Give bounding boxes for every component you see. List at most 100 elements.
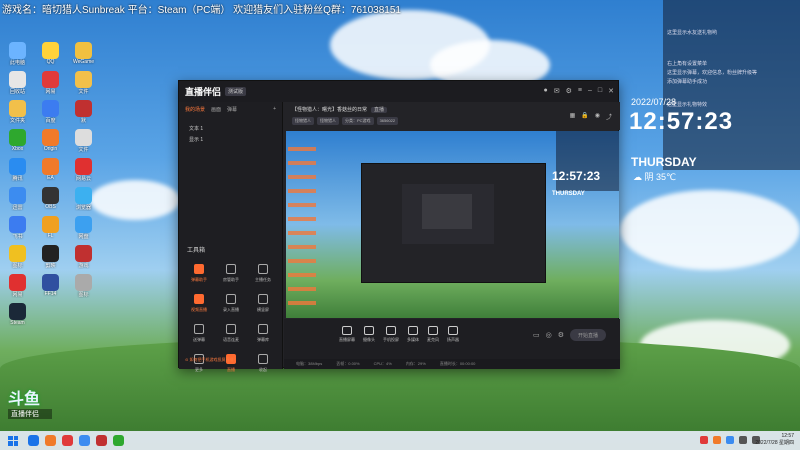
toolbox-item[interactable]: 收起: [247, 352, 279, 382]
app-icon: [42, 245, 59, 262]
source-button[interactable]: 多媒体: [407, 326, 419, 343]
tool-label: 弹幕库: [257, 337, 269, 342]
taskbar-app-icon[interactable]: [96, 435, 107, 446]
tool-label: 视频直播: [191, 307, 207, 312]
taskbar-app-icon[interactable]: [113, 435, 124, 446]
camera-icon[interactable]: ▭: [533, 331, 540, 339]
desktop-icon[interactable]: OBS: [35, 187, 66, 216]
desktop-icon[interactable]: 默: [68, 100, 99, 129]
desktop-icon-label: FL: [47, 233, 54, 239]
desktop-icon-label: 网易云: [75, 176, 91, 182]
avatar-icon[interactable]: ●: [544, 87, 548, 95]
source-button[interactable]: 麦克风: [427, 326, 439, 343]
toolbox-item[interactable]: 弹幕助手: [183, 262, 215, 292]
tray-icon[interactable]: [726, 436, 734, 444]
desktop-icon[interactable]: 剪映: [35, 245, 66, 274]
tool-icon: [258, 354, 268, 364]
layout-icon[interactable]: ▦: [570, 112, 576, 121]
gear-icon[interactable]: ⚙: [558, 331, 564, 339]
title-bar-controls: ● ✉ ⚙ ≡ – □ ✕: [544, 87, 615, 95]
toolbox-item[interactable]: 送弹幕: [183, 322, 215, 352]
lock-icon[interactable]: 🔒: [581, 112, 588, 121]
tray-icon[interactable]: [700, 436, 708, 444]
start-live-button[interactable]: 开始直播: [570, 329, 606, 341]
add-scene-icon[interactable]: +: [273, 106, 276, 113]
source-icon: [448, 326, 458, 335]
desktop-icon[interactable]: 网盘: [68, 216, 99, 245]
desktop-icon[interactable]: 此电脑: [2, 42, 33, 71]
desktop-icon[interactable]: 浏览器: [68, 187, 99, 216]
desktop-icon[interactable]: 游戏: [68, 245, 99, 274]
desktop-icon[interactable]: 网易: [2, 274, 33, 303]
taskbar-app-icon[interactable]: [28, 435, 39, 446]
room-tag-item[interactable]: 怪物猎人: [292, 117, 314, 125]
wifi-icon[interactable]: [739, 436, 747, 444]
source-button[interactable]: 扬声器: [447, 326, 459, 343]
help-link[interactable]: ⊙ 如何把手机游戏投屏直播？: [185, 357, 237, 363]
taskbar-app-icon[interactable]: [62, 435, 73, 446]
desktop-icon[interactable]: 文件: [68, 129, 99, 158]
desktop-icon[interactable]: Steam: [2, 303, 33, 332]
share-icon[interactable]: ⤴: [606, 112, 612, 121]
desktop-icon[interactable]: 文件: [68, 71, 99, 100]
toolbox-item[interactable]: 主播任务: [247, 262, 279, 292]
scene-item[interactable]: 显示 1: [179, 134, 282, 145]
source-icon: [386, 326, 396, 335]
desktop-icon[interactable]: WeGame: [68, 42, 99, 71]
desktop-icon-label: 文件: [78, 89, 89, 95]
room-tag: 直播: [371, 107, 388, 113]
desktop-icon[interactable]: 图标: [2, 245, 33, 274]
taskbar-time: 12:57: [781, 433, 794, 439]
desktop-icon[interactable]: 文件夹: [2, 100, 33, 129]
minimize-icon[interactable]: –: [588, 87, 592, 95]
tool-icon: [226, 324, 236, 334]
desktop-icon[interactable]: QQ: [35, 42, 66, 71]
settings-icon[interactable]: ⚙: [566, 87, 572, 95]
status-item: 电脑：38Mbps: [296, 361, 323, 366]
taskbar-app-icon[interactable]: [45, 435, 56, 446]
desktop-icon[interactable]: 腾讯: [2, 158, 33, 187]
tab-scenes[interactable]: 我的场景: [185, 106, 205, 113]
desktop-icon[interactable]: Xbox: [2, 129, 33, 158]
windows-start-icon[interactable]: [8, 435, 18, 446]
stream-preview[interactable]: 12:57:23 THURSDAY: [286, 131, 619, 318]
source-button[interactable]: 摄像头: [363, 326, 375, 343]
desktop-icon[interactable]: FL: [35, 216, 66, 245]
desktop-icon[interactable]: 迅雷: [2, 187, 33, 216]
overlay-clock: 12:57:23: [629, 108, 734, 135]
menu-icon[interactable]: ≡: [578, 87, 582, 95]
toolbox-item[interactable]: 弹幕库: [247, 322, 279, 352]
close-icon[interactable]: ✕: [608, 87, 614, 95]
toolbox-item[interactable]: 房管助手: [215, 262, 247, 292]
source-button[interactable]: 手机投屏: [383, 326, 399, 343]
desktop-icon[interactable]: 回收站: [2, 71, 33, 100]
tab-danmaku[interactable]: 弹幕: [227, 106, 237, 113]
taskbar-app-icon[interactable]: [79, 435, 90, 446]
desktop-icon[interactable]: FF14: [35, 274, 66, 303]
source-toolbar: 直播屏幕 摄像头 手机投屏 多媒体 麦克风 扬声器 ▭ ◎ ⚙ 开始直播: [284, 319, 620, 359]
source-button[interactable]: 直播屏幕: [339, 326, 355, 343]
desktop-icon[interactable]: EA: [35, 158, 66, 187]
gift-icon[interactable]: ✉: [554, 87, 560, 95]
desktop-icon-label: WeGame: [72, 59, 95, 65]
desktop-icon[interactable]: 网易云: [68, 158, 99, 187]
toolbox-item[interactable]: 视频直播: [183, 292, 215, 322]
tab-screen[interactable]: 画面: [211, 106, 221, 113]
toolbox-item[interactable]: 语音连麦: [215, 322, 247, 352]
scene-item[interactable]: 文本 1: [179, 123, 282, 134]
room-tag-item[interactable]: 怪物猎人: [317, 117, 339, 125]
toolbox-item[interactable]: 录入直播: [215, 292, 247, 322]
taskbar-clock[interactable]: 12:57 2022/7/28 星期四: [755, 433, 794, 447]
desktop-icon[interactable]: 百度: [35, 100, 66, 129]
desktop-icon[interactable]: 网易: [35, 71, 66, 100]
tray-icon[interactable]: [713, 436, 721, 444]
maximize-icon[interactable]: □: [598, 87, 602, 95]
eye-icon[interactable]: ◎: [546, 331, 552, 339]
desktop-icon[interactable]: 飞书: [2, 216, 33, 245]
record-icon[interactable]: ◉: [595, 112, 600, 121]
room-title-text[interactable]: 【怪物猎人：曙光】香菇丝的日常: [292, 107, 367, 113]
desktop-icon[interactable]: Origin: [35, 129, 66, 158]
toolbox-item[interactable]: 横竖屏: [247, 292, 279, 322]
desktop-icon[interactable]: 图标: [68, 274, 99, 303]
status-bar: 电脑：38Mbps 丢帧：0.00% CPU：4% 内存：29% 直播时长：00:00:…: [284, 359, 620, 369]
